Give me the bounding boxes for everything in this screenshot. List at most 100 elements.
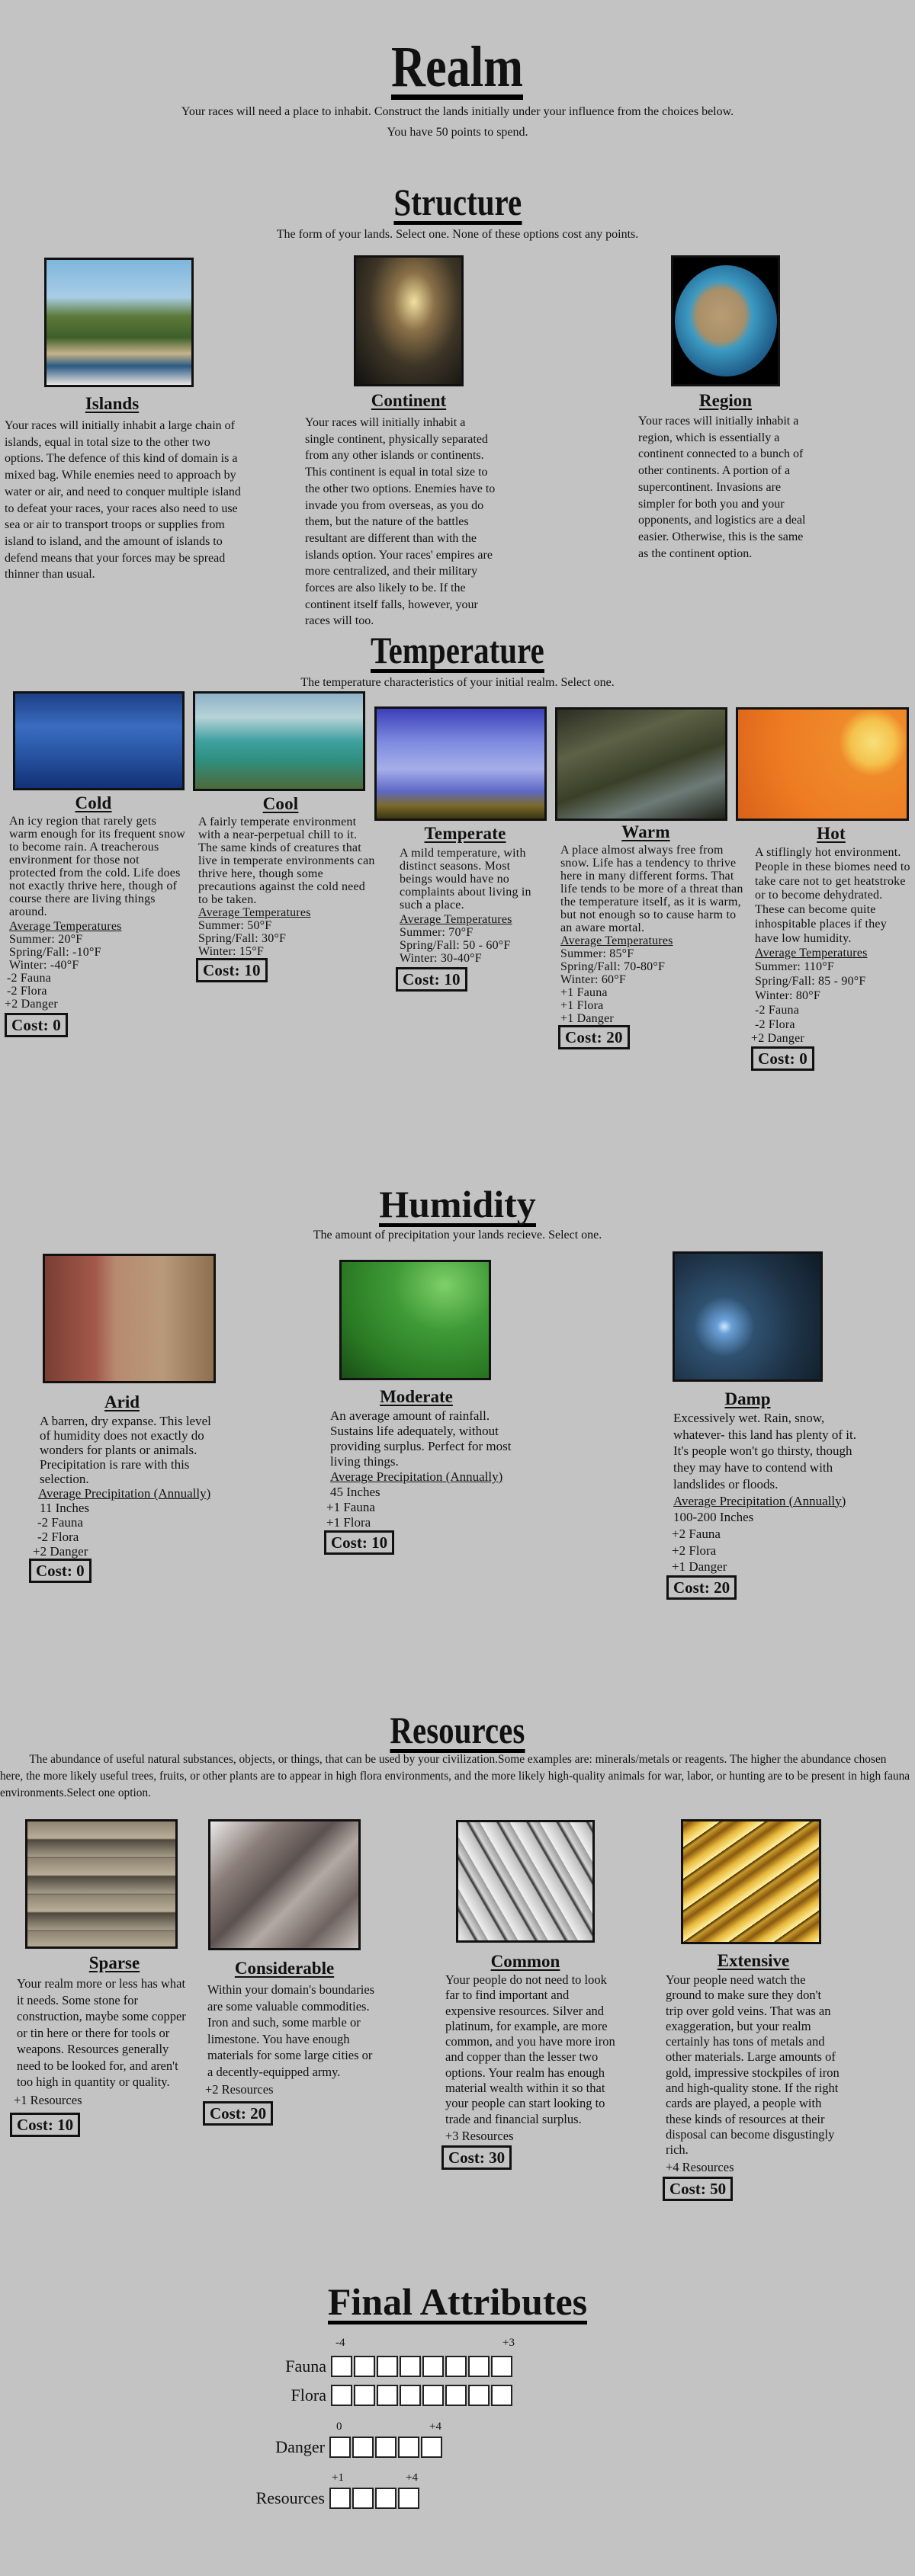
option-description: Your people need watch the ground to mak… [666,1972,840,2158]
resources-attribute-box[interactable] [375,2488,396,2509]
resources-attribute-row: Resources [229,2488,421,2509]
resources-attribute-box[interactable] [398,2488,419,2509]
gold-bars-image [681,1819,821,1944]
option-name: Temperate [424,824,506,843]
resources-attribute-box[interactable] [352,2488,374,2509]
summer-temp: Summer: 85°F [560,947,634,960]
modifier: -2 Fauna [7,972,52,985]
modifier: +1 Danger [672,1559,727,1575]
fauna-attribute-box[interactable] [422,2356,444,2377]
flora-attribute-box[interactable] [445,2385,467,2406]
flora-attribute-box[interactable] [331,2385,352,2406]
flora-attribute-box[interactable] [422,2385,444,2406]
option-description: An icy region that rarely gets warm enou… [9,815,185,918]
stats-heading: Average Temperatures [400,913,512,926]
precipitation-amount: 45 Inches [330,1485,380,1499]
precipitation-amount: 100-200 Inches [673,1510,754,1525]
fauna-attribute-box[interactable] [400,2356,421,2377]
winter-temp: Winter: 15°F [198,945,264,958]
cracked-earth-image [43,1254,216,1383]
modifier: +2 Flora [672,1543,717,1558]
fauna-attribute-box[interactable] [377,2356,398,2377]
silver-bars-image [456,1820,595,1943]
modifier: +2 Danger [5,998,58,1011]
leaf-water-droplets-image [339,1260,491,1380]
option-name: Moderate [380,1387,453,1406]
option-description: Your races will initially inhabit a regi… [638,415,806,560]
option-name: Common [490,1952,560,1971]
modifier: +2 Danger [33,1544,88,1559]
spring-fall-temp: Spring/Fall: 50 - 60°F [400,939,511,952]
option-name: Region [699,391,752,410]
stats-heading: Average Precipitation (Annually) [330,1469,503,1484]
intro-text: Your races will need a place to inhabit.… [181,105,734,118]
iron-ingots-image [208,1819,361,1950]
option-description: Within your domain's boundaries are some… [207,1982,375,2079]
rainy-night-bridge-image [673,1251,823,1382]
danger-attribute-box[interactable] [375,2437,396,2458]
option-description: A barren, dry expanse. This level of hum… [40,1414,211,1486]
option-description: A place almost always free from snow. Li… [560,844,743,934]
option-description: Excessively wet. Rain, snow, whatever- t… [673,1411,856,1491]
fauna-attribute-box[interactable] [354,2356,375,2377]
summer-temp: Summer: 20°F [9,933,83,946]
option-name: Cold [75,793,112,812]
option-name: Continent [371,391,447,410]
page-title: Realm [391,35,524,101]
modifier: +1 Danger [560,1012,614,1025]
structure-subtitle: The form of your lands. Select one. None… [276,228,639,241]
cost-badge: Cost: 30 [441,2145,512,2171]
floating-continent-waterfalls-image [354,255,464,386]
fauna-attribute-box[interactable] [445,2356,467,2377]
jungle-river-image [555,707,727,821]
modifier: -2 Flora [7,985,47,998]
danger-attribute-row: Danger [229,2437,444,2458]
cost-badge: Cost: 0 [751,1046,814,1072]
attribute-label: Danger [275,2437,325,2456]
cost-badge: Cost: 50 [663,2176,734,2201]
option-name: Damp [724,1389,771,1408]
points-budget: You have 50 points to spend. [387,126,528,139]
option-name: Considerable [234,1959,335,1978]
winter-temp: Winter: 30-40°F [400,952,482,965]
cost-badge: Cost: 20 [666,1575,737,1600]
modifier: +3 Resources [445,2128,514,2143]
danger-attribute-box[interactable] [421,2437,442,2458]
flora-attribute-box[interactable] [377,2385,398,2406]
cost-badge: Cost: 0 [29,1559,92,1583]
danger-attribute-box[interactable] [352,2437,374,2458]
modifier: +4 Resources [666,2159,734,2174]
option-description: Your races will initially inhabit a sing… [305,416,496,628]
cloudy-sky-plains-image [374,706,547,821]
danger-attribute-box[interactable] [398,2437,419,2458]
modifier: +1 Flora [560,999,604,1012]
modifier: +2 Resources [205,2082,274,2097]
danger-attribute-box[interactable] [329,2437,351,2458]
resources-attribute-box[interactable] [329,2488,351,2509]
modifier: +1 Flora [326,1515,371,1530]
stone-wall-image [25,1819,178,1949]
modifier: +1 Fauna [326,1500,375,1514]
modifier: -2 Flora [755,1017,795,1031]
fauna-attribute-box[interactable] [468,2356,490,2377]
modifier: +2 Fauna [672,1526,721,1541]
attribute-label: Flora [291,2385,326,2405]
flora-attribute-box[interactable] [400,2385,421,2406]
modifier: +1 Resources [14,2092,82,2107]
mountain-pine-painting-image [193,691,365,791]
flora-attribute-row: Flora [229,2385,514,2406]
floating-island-city-image [44,258,194,387]
flora-attribute-box[interactable] [491,2385,512,2406]
option-name: Warm [621,822,670,841]
option-description: A stiflingly hot environment. People in … [755,846,910,945]
fauna-attribute-box[interactable] [491,2356,512,2377]
resources-min-label: +1 [332,2472,344,2484]
stats-heading: Average Precipitation (Annually) [38,1486,211,1501]
fauna-attribute-box[interactable] [331,2356,352,2377]
option-name: Sparse [88,1953,140,1972]
flora-attribute-box[interactable] [468,2385,490,2406]
option-description: Your people do not need to look far to f… [445,1972,615,2126]
danger-max-label: +4 [429,2421,441,2433]
humidity-title: Humidity [379,1183,536,1227]
flora-attribute-box[interactable] [354,2385,375,2406]
